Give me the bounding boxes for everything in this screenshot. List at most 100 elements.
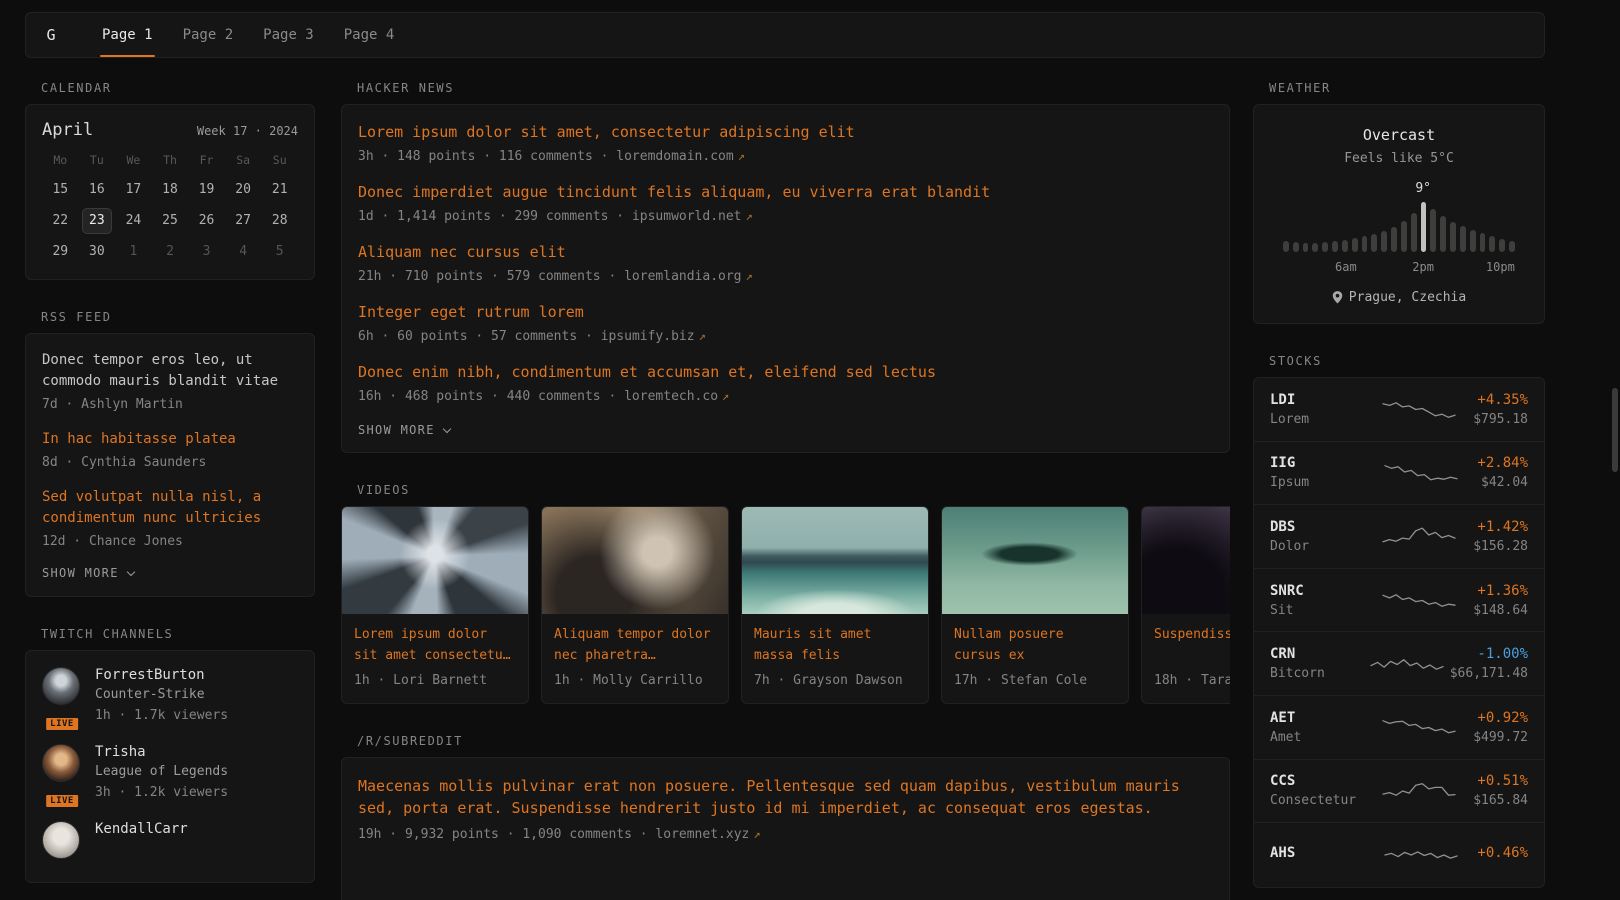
hn-story-domain[interactable]: loremlandia.org↗: [624, 269, 753, 284]
stocks-widget: LDILorem +4.35%$795.18 IIGIpsum +2.84%$4…: [1253, 377, 1545, 888]
calendar-day: 22: [42, 208, 79, 234]
rss-item-title[interactable]: Donec tempor eros leo, ut commodo mauris…: [42, 350, 298, 392]
post-domain[interactable]: loremnet.xyz↗: [655, 827, 760, 842]
calendar-weekday: We: [115, 153, 152, 172]
hn-show-more-button[interactable]: SHOW MORE: [358, 423, 450, 437]
video-card[interactable]: Aliquam tempor dolor nec pharetra… 1h · …: [541, 506, 729, 704]
domain-label: loremnet.xyz: [655, 827, 749, 842]
weather-bar: [1411, 213, 1417, 252]
stock-ticker: CRN: [1270, 646, 1364, 662]
rss-section-title: RSS FEED: [41, 310, 315, 324]
scrollbar-thumb[interactable]: [1612, 388, 1618, 472]
channel-name[interactable]: ForrestBurton: [95, 667, 228, 683]
rss-item: Donec tempor eros leo, ut commodo mauris…: [42, 350, 298, 414]
weather-time-label: 10pm: [1486, 260, 1515, 274]
video-card[interactable]: Mauris sit amet massa felis 7h · Grayson…: [741, 506, 929, 704]
calendar-day: 24: [115, 208, 152, 234]
app-logo[interactable]: G: [26, 13, 76, 57]
tab-page-1[interactable]: Page 1: [100, 13, 155, 57]
calendar-day: 2: [152, 239, 189, 265]
hn-story-title[interactable]: Aliquam nec cursus elit: [358, 242, 1213, 263]
video-thumbnail[interactable]: [342, 507, 528, 614]
twitch-avatar-wrap: [42, 821, 82, 859]
twitch-channel-row[interactable]: LIVE Trisha League of Legends 3h · 1.2k …: [42, 744, 298, 802]
videos-widget: Lorem ipsum dolor sit amet consectetu… 1…: [341, 506, 1230, 704]
calendar-weekday: Sa: [225, 153, 262, 172]
scrollbar: [1610, 0, 1620, 900]
hn-story-domain[interactable]: ipsumify.biz↗: [601, 329, 706, 344]
stock-row[interactable]: IIGIpsum +2.84%$42.04: [1254, 442, 1544, 506]
stock-row[interactable]: AETAmet +0.92%$499.72: [1254, 696, 1544, 760]
channel-game[interactable]: Counter-Strike: [95, 687, 228, 702]
stock-row[interactable]: AHS +0.46%: [1254, 823, 1544, 887]
twitch-channel-info: ForrestBurton Counter-Strike 1h · 1.7k v…: [95, 667, 228, 725]
stock-price: $66,171.48: [1450, 666, 1528, 681]
video-title[interactable]: Nullam posuere cursus ex: [954, 625, 1116, 666]
video-card[interactable]: Suspendisse diam 18h · Tara: [1141, 506, 1230, 704]
video-thumbnail[interactable]: [542, 507, 728, 614]
hn-story-stats: 1d · 1,414 points · 299 comments ·: [358, 209, 632, 224]
channel-game[interactable]: League of Legends: [95, 764, 228, 779]
stock-row[interactable]: LDILorem +4.35%$795.18: [1254, 378, 1544, 442]
weather-bar: [1489, 236, 1495, 252]
video-card-body: Suspendisse diam 18h · Tara: [1142, 614, 1230, 703]
post-title[interactable]: Maecenas mollis pulvinar erat non posuer…: [358, 775, 1213, 819]
video-thumbnail[interactable]: [1142, 507, 1230, 614]
stock-row[interactable]: CRNBitcorn -1.00%$66,171.48: [1254, 632, 1544, 696]
reddit-post: Maecenas mollis pulvinar erat non posuer…: [358, 775, 1213, 844]
hn-story-domain[interactable]: ipsumworld.net↗: [632, 209, 753, 224]
rss-item-title[interactable]: Sed volutpat nulla nisl, a condimentum n…: [42, 487, 298, 529]
weather-bar: [1430, 209, 1436, 252]
stock-row[interactable]: SNRCSit +1.36%$148.64: [1254, 569, 1544, 633]
video-title[interactable]: Suspendisse diam: [1154, 625, 1230, 666]
calendar-weekday: Tu: [79, 153, 116, 172]
hn-story-stats: 21h · 710 points · 579 comments ·: [358, 269, 624, 284]
twitch-channel-row[interactable]: LIVE ForrestBurton Counter-Strike 1h · 1…: [42, 667, 298, 725]
twitch-channel-row[interactable]: KendallCarr: [42, 821, 298, 859]
hn-story-title[interactable]: Integer eget rutrum lorem: [358, 302, 1213, 323]
channel-name[interactable]: KendallCarr: [95, 821, 188, 837]
calendar-weekday: Th: [152, 153, 189, 172]
video-card[interactable]: Lorem ipsum dolor sit amet consectetu… 1…: [341, 506, 529, 704]
weather-bar: [1293, 242, 1299, 252]
stock-ticker: CCS: [1270, 773, 1364, 789]
hn-story-title[interactable]: Donec enim nibh, condimentum et accumsan…: [358, 362, 1213, 383]
video-card[interactable]: Nullam posuere cursus ex 17h · Stefan Co…: [941, 506, 1129, 704]
channel-name[interactable]: Trisha: [95, 744, 228, 760]
left-column: CALENDAR April Week 17 · 2024 Mo Tu We T…: [25, 65, 315, 883]
hn-story-domain[interactable]: loremtech.co↗: [624, 389, 729, 404]
video-thumbnail[interactable]: [942, 507, 1128, 614]
tab-page-3[interactable]: Page 3: [261, 13, 316, 57]
stock-name: Consectetur: [1270, 793, 1364, 808]
stock-price: $165.84: [1473, 793, 1528, 808]
video-title[interactable]: Lorem ipsum dolor sit amet consectetu…: [354, 625, 516, 666]
hn-story-meta: 3h · 148 points · 116 comments · loremdo…: [358, 147, 1213, 166]
avatar: [42, 667, 80, 705]
weather-bar: [1312, 243, 1318, 252]
weather-bar: [1283, 241, 1289, 252]
hn-story-title[interactable]: Donec imperdiet augue tincidunt felis al…: [358, 182, 1213, 203]
twitch-avatar-wrap: LIVE: [42, 667, 82, 725]
rss-item-title[interactable]: In hac habitasse platea: [42, 429, 298, 450]
rss-show-more-button[interactable]: SHOW MORE: [42, 566, 134, 580]
video-card-body: Lorem ipsum dolor sit amet consectetu… 1…: [342, 614, 528, 703]
hacker-news-widget: Lorem ipsum dolor sit amet, consectetur …: [341, 104, 1230, 453]
tab-page-2[interactable]: Page 2: [181, 13, 236, 57]
calendar-day: 25: [152, 208, 189, 234]
stock-change: -1.00%: [1450, 646, 1528, 662]
tab-page-4[interactable]: Page 4: [342, 13, 397, 57]
weather-bar: [1352, 238, 1358, 252]
calendar-day: 1: [115, 239, 152, 265]
hn-story-meta: 21h · 710 points · 579 comments · loreml…: [358, 267, 1213, 286]
hacker-news-section-title: HACKER NEWS: [357, 81, 1230, 95]
video-thumbnail[interactable]: [742, 507, 928, 614]
stock-row[interactable]: CCSConsectetur +0.51%$165.84: [1254, 760, 1544, 824]
video-title[interactable]: Aliquam tempor dolor nec pharetra…: [554, 625, 716, 666]
hn-story-domain[interactable]: loremdomain.com↗: [616, 149, 745, 164]
video-title[interactable]: Mauris sit amet massa felis: [754, 625, 916, 666]
hn-story-title[interactable]: Lorem ipsum dolor sit amet, consectetur …: [358, 122, 1213, 143]
weather-time-labels: 6am 2pm 10pm: [1283, 260, 1515, 275]
stock-row[interactable]: DBSDolor +1.42%$156.28: [1254, 505, 1544, 569]
show-more-label: SHOW MORE: [358, 423, 435, 437]
weather-time-label: 6am: [1335, 260, 1357, 274]
